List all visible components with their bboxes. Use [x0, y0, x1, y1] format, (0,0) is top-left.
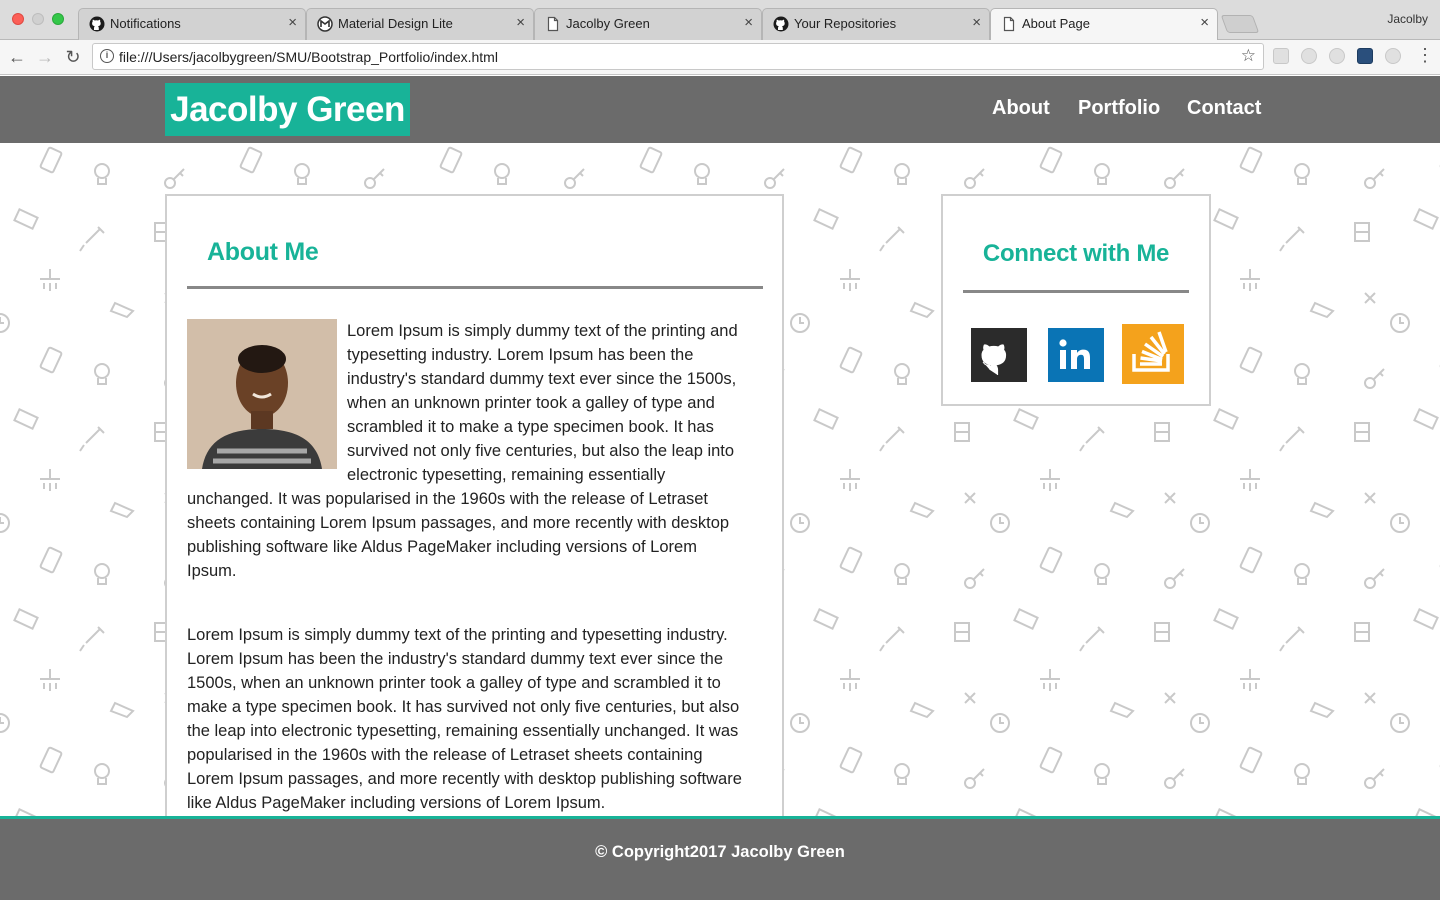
- about-card: About Me Lorem Ipsum is simply dummy tex…: [165, 194, 784, 834]
- connect-title: Connect with Me: [982, 240, 1170, 267]
- back-arrow-icon[interactable]: ←: [6, 46, 28, 68]
- tab-close-icon[interactable]: ×: [516, 14, 525, 31]
- text-line: when an unknown printer took a galley of…: [347, 394, 715, 412]
- tab-title: Jacolby Green: [566, 16, 650, 31]
- text-line: unchanged. It was popularised in the 196…: [187, 490, 709, 508]
- about-paragraph: Lorem Ipsum is simply dummy text of the …: [187, 623, 767, 815]
- github-icon: [981, 344, 1007, 375]
- browser-tab[interactable]: Your Repositories ×: [762, 8, 990, 40]
- stackoverflow-link[interactable]: [1122, 324, 1184, 384]
- text-line: the leap into electronic typesetting, re…: [187, 722, 739, 740]
- brand-logo[interactable]: Jacolby Green: [165, 83, 410, 136]
- text-line: Lorem Ipsum is simply dummy text of the …: [187, 626, 728, 644]
- about-paragraph: Lorem Ipsum is simply dummy text of the …: [187, 319, 767, 583]
- text-line: like Aldus PageMaker including versions …: [187, 794, 606, 812]
- browser-tab-active[interactable]: About Page ×: [990, 8, 1218, 41]
- text-line: survived not only five centuries, but al…: [347, 442, 735, 460]
- site-header: Jacolby Green About Portfolio Contact: [0, 76, 1440, 143]
- text-line: sheets containing Lorem Ipsum passages, …: [187, 514, 730, 532]
- extension-icon[interactable]: [1357, 48, 1373, 64]
- tab-close-icon[interactable]: ×: [1200, 14, 1209, 31]
- connect-card: Connect with Me: [941, 194, 1211, 406]
- maximize-window-button[interactable]: [52, 13, 64, 25]
- browser-tab[interactable]: Material Design Lite ×: [306, 8, 534, 40]
- nav-link-about[interactable]: About: [992, 97, 1050, 120]
- page-icon: [1003, 16, 1015, 32]
- github-icon: [773, 16, 789, 32]
- tab-close-icon[interactable]: ×: [972, 14, 981, 31]
- stackoverflow-icon: [1132, 331, 1170, 372]
- text-line: Ipsum.: [187, 562, 237, 580]
- text-line: make a type specimen book. It has surviv…: [187, 698, 740, 716]
- bookmark-star-icon[interactable]: ☆: [1241, 46, 1256, 66]
- copyright-text: © Copyright2017 Jacolby Green: [595, 843, 845, 861]
- linkedin-icon: [1059, 339, 1090, 369]
- browser-tab[interactable]: Notifications ×: [78, 8, 306, 40]
- nav-link-portfolio[interactable]: Portfolio: [1078, 97, 1160, 120]
- material-icon: [317, 16, 333, 32]
- url-text: file:///Users/jacolbygreen/SMU/Bootstrap…: [119, 49, 498, 65]
- tab-title: Material Design Lite: [338, 16, 453, 31]
- text-line: typesetting industry. Lorem Ipsum has be…: [347, 346, 694, 364]
- divider: [963, 290, 1189, 293]
- tab-close-icon[interactable]: ×: [744, 14, 753, 31]
- text-line: Lorem Ipsum is simply dummy text of the …: [347, 322, 738, 340]
- page-icon: [547, 16, 559, 32]
- address-bar[interactable]: i file:///Users/jacolbygreen/SMU/Bootstr…: [92, 43, 1264, 70]
- text-line: Lorem Ipsum passages, and more recently …: [187, 770, 742, 788]
- nav-link-contact[interactable]: Contact: [1187, 97, 1261, 120]
- text-line: industry's standard dummy text ever sinc…: [347, 370, 737, 388]
- extension-icon[interactable]: [1301, 48, 1317, 64]
- more-menu-icon[interactable]: ⋮: [1416, 45, 1434, 66]
- linkedin-link[interactable]: [1048, 328, 1104, 382]
- info-icon[interactable]: i: [100, 49, 114, 63]
- site-footer: © Copyright2017 Jacolby Green: [0, 816, 1440, 900]
- tab-close-icon[interactable]: ×: [288, 14, 297, 31]
- extension-icon[interactable]: [1329, 48, 1345, 64]
- text-line: 1500s, when an unknown printer took a ga…: [187, 674, 721, 692]
- about-title: About Me: [207, 238, 319, 266]
- tab-title: About Page: [1022, 16, 1090, 31]
- extension-icon[interactable]: [1385, 48, 1401, 64]
- browser-tab-strip: Notifications × Material Design Lite × J…: [0, 0, 1440, 41]
- tab-title: Notifications: [110, 16, 181, 31]
- page-viewport: Jacolby Green About Portfolio Contact Ab…: [0, 76, 1440, 900]
- extension-icon[interactable]: [1273, 48, 1289, 64]
- forward-arrow-icon[interactable]: →: [34, 46, 56, 68]
- github-link[interactable]: [971, 328, 1027, 382]
- tab-title: Your Repositories: [794, 16, 897, 31]
- text-line: scrambled it to make a type specimen boo…: [347, 418, 714, 436]
- new-tab-button[interactable]: [1220, 15, 1260, 33]
- browser-toolbar: ← → ↻ i file:///Users/jacolbygreen/SMU/B…: [0, 40, 1440, 75]
- text-line: popularised in the 1960s with the releas…: [187, 746, 703, 764]
- profile-name[interactable]: Jacolby: [1387, 12, 1428, 26]
- github-icon: [89, 16, 105, 32]
- text-line: electronic typesetting, remaining essent…: [347, 466, 666, 484]
- reload-icon[interactable]: ↻: [62, 46, 84, 68]
- minimize-window-button[interactable]: [32, 13, 44, 25]
- text-line: publishing software like Aldus PageMaker…: [187, 538, 697, 556]
- text-line: Lorem Ipsum has been the industry's stan…: [187, 650, 724, 668]
- browser-tab[interactable]: Jacolby Green ×: [534, 8, 762, 40]
- close-window-button[interactable]: [12, 13, 24, 25]
- divider: [187, 286, 763, 289]
